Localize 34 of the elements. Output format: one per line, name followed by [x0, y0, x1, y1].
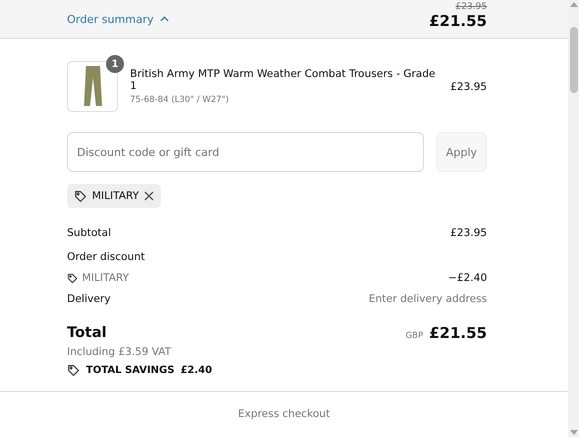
product-price: £23.95 — [450, 80, 487, 92]
product-name: British Army MTP Warm Weather Combat Trousers - Grade 1 — [130, 68, 436, 92]
tag-icon — [67, 364, 80, 377]
tag-icon — [74, 190, 87, 202]
original-price: £23.95 — [456, 2, 487, 12]
subtotal-label: Subtotal — [67, 227, 111, 239]
discount-code-field[interactable]: Discount code or gift card — [67, 132, 424, 172]
total-savings-value: £2.40 — [180, 365, 212, 376]
order-summary-toggle[interactable]: Order summary — [67, 12, 169, 26]
discount-amount: −£2.40 — [448, 272, 487, 284]
discount-code: MILITARY — [82, 272, 129, 284]
scrollbar-thumb[interactable] — [570, 27, 578, 93]
trousers-icon — [84, 66, 102, 108]
scroll-up-icon[interactable] — [570, 2, 578, 7]
total-label: Total — [67, 325, 107, 341]
scroll-down-icon[interactable] — [570, 430, 578, 435]
subtotal-value: £23.95 — [450, 227, 487, 239]
scrollbar[interactable] — [568, 0, 579, 437]
discount-code: MILITARY — [92, 190, 139, 202]
vat-note: Including £3.59 VAT — [67, 346, 172, 358]
express-checkout-label: Express checkout — [238, 408, 330, 420]
tag-icon — [67, 272, 78, 284]
delivery-value: Enter delivery address — [368, 293, 487, 305]
delivery-label: Delivery — [67, 293, 111, 305]
apply-button[interactable]: Apply — [436, 132, 487, 172]
product-variant: 75-68-84 (L30" / W27") — [130, 95, 230, 105]
header-price: £21.55 — [429, 12, 487, 30]
order-discount-label: Order discount — [67, 251, 145, 263]
total-savings-label: TOTAL SAVINGS — [86, 365, 174, 376]
total-amount: £21.55 — [429, 324, 487, 342]
close-icon[interactable] — [144, 191, 154, 201]
quantity-badge: 1 — [106, 55, 124, 73]
chevron-up-icon — [160, 16, 169, 22]
currency-code: GBP — [406, 331, 424, 341]
